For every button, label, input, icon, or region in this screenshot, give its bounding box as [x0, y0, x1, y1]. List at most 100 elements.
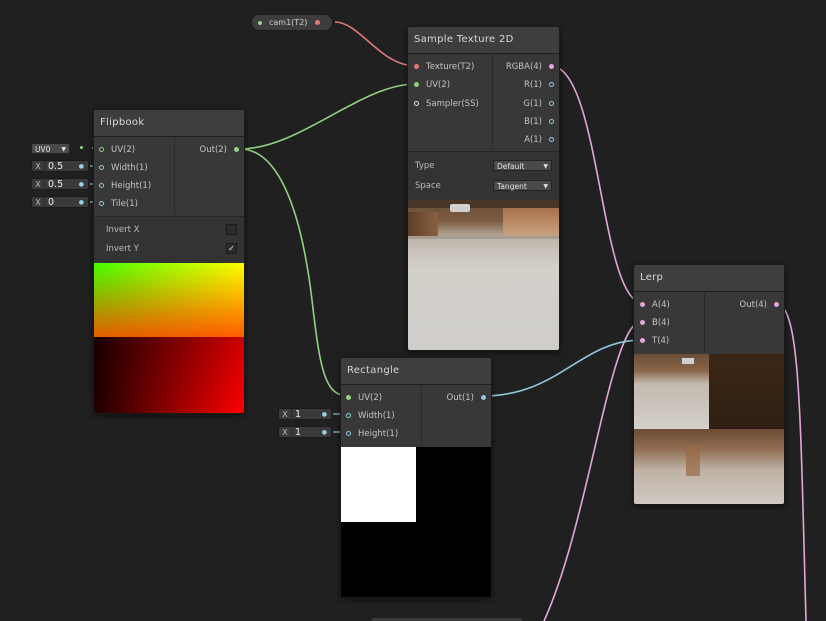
space-label: Space — [415, 181, 441, 191]
width-value: 1 — [295, 409, 302, 420]
space-value: Tangent — [497, 182, 527, 191]
property-label: cam1(T2) — [269, 18, 308, 27]
input-a: A(4) — [652, 300, 670, 310]
input-dot-icon: ● — [78, 163, 84, 170]
output-rgba: RGBA(4) — [505, 62, 542, 72]
out-port[interactable] — [774, 302, 779, 307]
uv-port[interactable] — [99, 147, 104, 152]
axis-label: X — [32, 179, 45, 191]
g-port[interactable] — [549, 101, 554, 106]
wire-to-lerp-b — [543, 320, 643, 621]
out-port[interactable] — [234, 147, 239, 152]
invert-y-checkbox[interactable]: ✓ — [226, 243, 237, 254]
width-port[interactable] — [99, 165, 104, 170]
texture-port[interactable] — [414, 64, 419, 69]
input-b: B(4) — [652, 318, 670, 328]
dropdown-arrow-icon: ▼ — [543, 183, 548, 190]
b-port[interactable] — [549, 119, 554, 124]
output-r: R(1) — [524, 80, 542, 90]
input-width: Width(1) — [358, 411, 395, 421]
t-port[interactable] — [640, 338, 645, 343]
flipbook-node[interactable]: Flipbook UV(2) Width(1) Height(1) Tile(1… — [93, 109, 245, 414]
invert-x-label: Invert X — [106, 225, 140, 235]
input-dot-icon: ● — [321, 429, 327, 436]
rectangle-preview — [341, 447, 491, 597]
dropdown-arrow-icon: ▼ — [543, 163, 548, 170]
tile-input[interactable]: X 0 ● — [31, 196, 89, 209]
height-port[interactable] — [99, 183, 104, 188]
wire-flipbook-to-sample-uv — [239, 83, 417, 150]
wire-cam1-to-texture — [334, 21, 417, 67]
input-sampler: Sampler(SS) — [426, 99, 479, 109]
width-port[interactable] — [346, 413, 351, 418]
uv-dropdown-dot-icon — [80, 146, 83, 149]
input-t: T(4) — [652, 336, 670, 346]
space-dropdown[interactable]: Tangent ▼ — [493, 180, 552, 191]
b-port[interactable] — [640, 320, 645, 325]
rect-width-input[interactable]: X 1 ● — [278, 408, 332, 421]
input-height: Height(1) — [358, 429, 399, 439]
sample-texture-2d-node[interactable]: Sample Texture 2D Texture(T2) UV(2) Samp… — [407, 26, 560, 351]
input-tile: Tile(1) — [111, 199, 138, 209]
property-node-cam1[interactable]: cam1(T2) — [251, 14, 333, 31]
width-value: 0.5 — [48, 161, 64, 172]
property-out-port[interactable] — [315, 20, 320, 25]
axis-label: X — [279, 409, 292, 421]
input-dot-icon: ● — [78, 199, 84, 206]
input-dot-icon: ● — [321, 411, 327, 418]
rect-height-input[interactable]: X 1 ● — [278, 426, 332, 439]
tile-port[interactable] — [99, 201, 104, 206]
node-title[interactable]: Flipbook — [94, 110, 244, 137]
output-out: Out(2) — [199, 145, 227, 155]
dropdown-arrow-icon: ▼ — [61, 146, 66, 153]
wire-rgba-to-lerp-a — [550, 65, 643, 304]
height-input[interactable]: X 0.5 ● — [31, 178, 89, 191]
node-title[interactable]: Rectangle — [341, 358, 491, 385]
check-icon: ✓ — [228, 244, 235, 253]
node-title[interactable]: Lerp — [634, 265, 784, 292]
type-value: Default — [497, 162, 525, 171]
input-dot-icon: ● — [78, 181, 84, 188]
input-texture: Texture(T2) — [426, 62, 475, 72]
input-uv: UV(2) — [426, 80, 451, 90]
height-value: 1 — [295, 427, 302, 438]
property-dot-icon — [258, 21, 262, 25]
out-port[interactable] — [481, 395, 486, 400]
height-port[interactable] — [346, 431, 351, 436]
rectangle-node[interactable]: Rectangle UV(2) Width(1) Height(1) Out(1… — [340, 357, 492, 598]
output-out: Out(4) — [739, 300, 767, 310]
type-dropdown[interactable]: Default ▼ — [493, 160, 552, 171]
axis-label: X — [279, 427, 292, 439]
a-port[interactable] — [640, 302, 645, 307]
output-b: B(1) — [524, 117, 542, 127]
lerp-node[interactable]: Lerp A(4) B(4) T(4) Out(4) — [633, 264, 785, 505]
sampler-port[interactable] — [414, 101, 419, 106]
node-title[interactable]: Sample Texture 2D — [408, 27, 559, 54]
input-uv: UV(2) — [358, 393, 383, 403]
output-g: G(1) — [523, 99, 542, 109]
invert-x-checkbox[interactable] — [226, 224, 237, 235]
tile-value: 0 — [48, 197, 55, 208]
rgba-port[interactable] — [549, 64, 554, 69]
r-port[interactable] — [549, 82, 554, 87]
uv-port[interactable] — [414, 82, 419, 87]
uv-channel-value: UV0 — [35, 145, 51, 154]
axis-label: X — [32, 161, 45, 173]
lerp-preview — [634, 354, 784, 504]
uv-channel-dropdown[interactable]: UV0 ▼ — [31, 143, 70, 154]
input-uv: UV(2) — [111, 145, 136, 155]
a-port[interactable] — [549, 137, 554, 142]
axis-label: X — [32, 197, 45, 209]
width-input[interactable]: X 0.5 ● — [31, 160, 89, 173]
invert-y-label: Invert Y — [106, 244, 139, 254]
height-value: 0.5 — [48, 179, 64, 190]
input-width: Width(1) — [111, 163, 148, 173]
uv-port[interactable] — [346, 395, 351, 400]
output-a: A(1) — [524, 135, 542, 145]
flipbook-preview — [94, 263, 244, 413]
type-label: Type — [415, 161, 435, 171]
output-out: Out(1) — [446, 393, 474, 403]
texture-preview — [408, 200, 559, 350]
wire-flipbook-to-rectangle-uv — [239, 148, 349, 397]
input-height: Height(1) — [111, 181, 152, 191]
